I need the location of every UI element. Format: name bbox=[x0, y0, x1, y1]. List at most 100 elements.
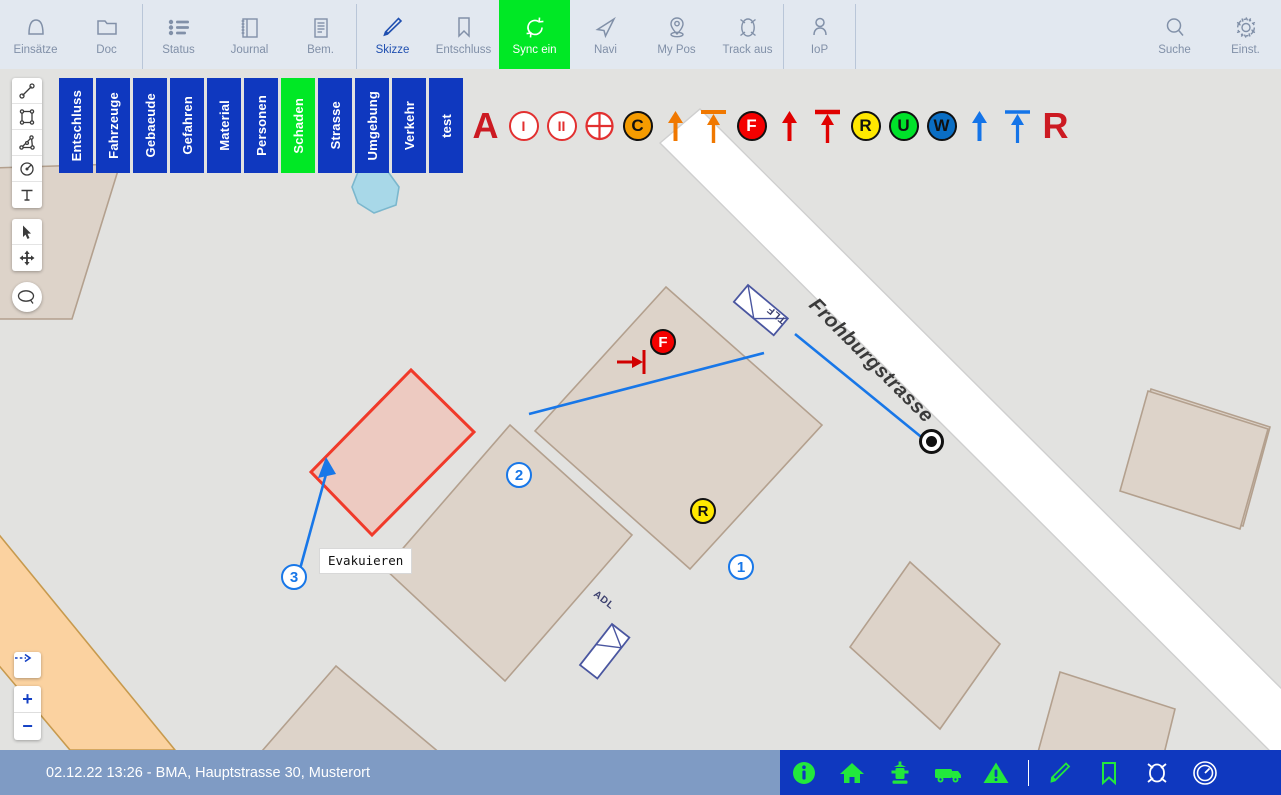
category-tab-label: test bbox=[438, 113, 454, 138]
palette-symbol-label: F bbox=[736, 110, 767, 141]
marker-fire-f[interactable]: F bbox=[650, 329, 676, 355]
toolbar-button-skizze[interactable]: Skizze bbox=[357, 0, 428, 69]
palette-symbol-circle-f[interactable]: F bbox=[736, 103, 767, 149]
toolbar-button-einsaetze[interactable]: Einsätze bbox=[0, 0, 71, 69]
move-tool[interactable] bbox=[12, 245, 42, 271]
lasso-icon bbox=[17, 290, 35, 304]
category-tab-label: Gebaeude bbox=[142, 93, 158, 158]
palette-symbol-letter-a[interactable]: A bbox=[470, 103, 501, 149]
category-tab-gefahren[interactable]: Gefahren bbox=[170, 78, 204, 173]
palette-symbol-circle-u[interactable]: U bbox=[888, 103, 919, 149]
category-tab-personen[interactable]: Personen bbox=[244, 78, 278, 173]
info-button[interactable] bbox=[780, 750, 828, 795]
status-bar-actions bbox=[780, 750, 1281, 795]
map-zoom-controls: + − bbox=[14, 686, 41, 740]
toolbar-label: Sync ein bbox=[512, 43, 557, 56]
track-button[interactable] bbox=[1133, 750, 1181, 795]
toolbar-button-journal[interactable]: Journal bbox=[214, 0, 285, 69]
toolbar-button-navi[interactable]: Navi bbox=[570, 0, 641, 69]
sketch-button[interactable] bbox=[1037, 750, 1085, 795]
lasso-tool[interactable] bbox=[12, 282, 42, 312]
category-tab-label: Verkehr bbox=[401, 100, 417, 151]
rectangle-icon bbox=[19, 108, 35, 125]
hydrant-button[interactable] bbox=[876, 750, 924, 795]
palette-symbol-arrow-blue[interactable] bbox=[964, 103, 995, 149]
incident-status-text: 02.12.22 13:26 - BMA, Hauptstrasse 30, M… bbox=[46, 764, 370, 781]
track-icon bbox=[1147, 762, 1167, 783]
category-tab-label: Material bbox=[216, 100, 232, 151]
palette-symbol-circle-ii[interactable]: II bbox=[546, 103, 577, 149]
select-tool[interactable] bbox=[12, 219, 42, 245]
gauge-button[interactable] bbox=[1181, 750, 1229, 795]
palette-symbol-letter-r[interactable]: R bbox=[1040, 103, 1071, 149]
toolbar-button-status[interactable]: Status bbox=[143, 0, 214, 69]
line-tool[interactable] bbox=[12, 78, 42, 104]
map-pan-button[interactable] bbox=[14, 652, 41, 678]
vehicle-button[interactable] bbox=[924, 750, 972, 795]
category-tab-umgebung[interactable]: Umgebung bbox=[355, 78, 389, 173]
toolbar-group-einsaetze: Einsätze Doc bbox=[0, 0, 142, 69]
category-tab-entschluss[interactable]: Entschluss bbox=[59, 78, 93, 173]
palette-symbol-circle-r-yellow[interactable]: R bbox=[850, 103, 881, 149]
palette-symbol-arrow-orange[interactable] bbox=[660, 103, 691, 149]
circle-tool[interactable] bbox=[12, 156, 42, 182]
category-tab-fahrzeuge[interactable]: Fahrzeuge bbox=[96, 78, 130, 173]
toolbar-button-track[interactable]: Track aus bbox=[712, 0, 783, 69]
status-bar: 02.12.22 13:26 - BMA, Hauptstrasse 30, M… bbox=[0, 750, 1281, 795]
palette-symbol-circle-c[interactable]: C bbox=[622, 103, 653, 149]
category-tab-verkehr[interactable]: Verkehr bbox=[392, 78, 426, 173]
toolbar-button-sync[interactable]: Sync ein bbox=[499, 0, 570, 69]
toolbar-button-einstellungen[interactable]: Einst. bbox=[1210, 0, 1281, 69]
toolbar-button-entschluss[interactable]: Entschluss bbox=[428, 0, 499, 69]
zoom-in-button[interactable]: + bbox=[14, 686, 41, 713]
toolbar-button-doc[interactable]: Doc bbox=[71, 0, 142, 69]
palette-symbol-arrow-bar-orange[interactable] bbox=[698, 103, 729, 149]
category-tab-gebaeude[interactable]: Gebaeude bbox=[133, 78, 167, 173]
palette-symbol-label: C bbox=[622, 110, 653, 141]
marker-rescue-r[interactable]: R bbox=[690, 498, 716, 524]
category-tab-test[interactable]: test bbox=[429, 78, 463, 173]
marker-number-1[interactable]: 1 bbox=[728, 554, 754, 580]
polygon-tool[interactable] bbox=[12, 130, 42, 156]
palette-symbol-circle-i[interactable]: I bbox=[508, 103, 539, 149]
tool-stack-lasso bbox=[12, 282, 42, 312]
toolbar-group-main: Skizze Entschluss Sync ein Navi My Pos T… bbox=[357, 0, 783, 69]
category-tab-strasse[interactable]: Strasse bbox=[318, 78, 352, 173]
warning-button[interactable] bbox=[972, 750, 1020, 795]
toolbar-label: Status bbox=[162, 43, 195, 56]
drawing-tool-rail bbox=[12, 78, 42, 323]
warning-icon bbox=[983, 762, 1009, 783]
tool-stack-shapes bbox=[12, 78, 42, 208]
palette-symbol-circle-w[interactable]: W bbox=[926, 103, 957, 149]
navigation-arrow-icon bbox=[593, 14, 619, 41]
palette-symbol-arrow-red[interactable] bbox=[774, 103, 805, 149]
crosshair-circle-icon bbox=[585, 111, 614, 140]
palette-symbol-crosshair[interactable] bbox=[584, 103, 615, 149]
toolbar-button-suche[interactable]: Suche bbox=[1139, 0, 1210, 69]
rectangle-tool[interactable] bbox=[12, 104, 42, 130]
toolbar-button-bem[interactable]: Bem. bbox=[285, 0, 356, 69]
home-icon bbox=[840, 762, 864, 783]
arrow-up-icon bbox=[668, 110, 683, 141]
toolbar-label: Einsätze bbox=[13, 43, 58, 56]
marker-number-2[interactable]: 2 bbox=[506, 462, 532, 488]
palette-symbol-arrow-bar-blue[interactable] bbox=[1002, 103, 1033, 149]
marker-number-3[interactable]: 3 bbox=[281, 564, 307, 590]
bookmark-button[interactable] bbox=[1085, 750, 1133, 795]
toolbar-label: Track aus bbox=[722, 43, 773, 56]
category-tab-material[interactable]: Material bbox=[207, 78, 241, 173]
cursor-arrow-icon bbox=[23, 225, 31, 239]
category-tab-label: Entschluss bbox=[68, 89, 84, 162]
category-tab-schaden[interactable]: Schaden bbox=[281, 78, 315, 173]
palette-symbol-arrow-bar-red[interactable] bbox=[812, 103, 843, 149]
list-icon bbox=[166, 14, 192, 41]
line-icon bbox=[19, 82, 35, 99]
toolbar-button-iop[interactable]: IoP bbox=[784, 0, 855, 69]
home-button[interactable] bbox=[828, 750, 876, 795]
text-tool[interactable] bbox=[12, 182, 42, 208]
toolbar-label: Skizze bbox=[375, 43, 410, 56]
zoom-out-button[interactable]: − bbox=[14, 713, 41, 740]
toolbar-button-mypos[interactable]: My Pos bbox=[641, 0, 712, 69]
gauge-icon bbox=[1193, 760, 1217, 785]
marker-target-point[interactable] bbox=[919, 429, 944, 454]
